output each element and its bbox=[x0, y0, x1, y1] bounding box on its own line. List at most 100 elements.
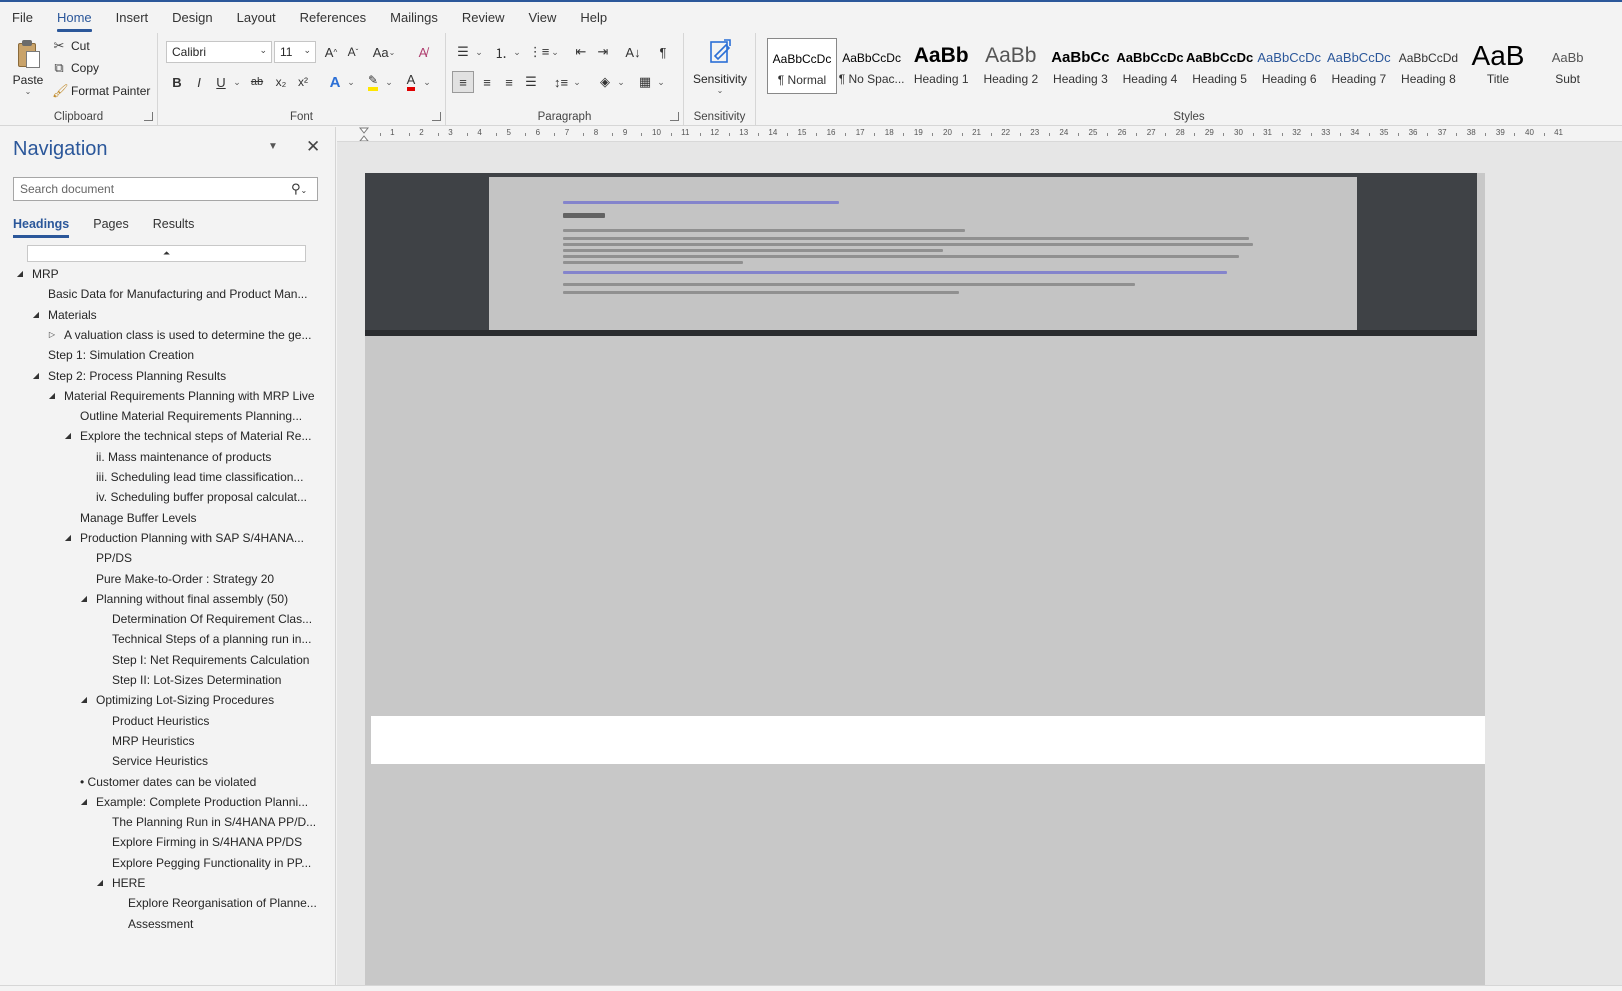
style-heading-5[interactable]: AaBbCcDc Heading 5 bbox=[1185, 38, 1255, 94]
heading-item[interactable]: ◢ Explore the technical steps of Material… bbox=[0, 426, 320, 446]
menu-tab-design[interactable]: Design bbox=[160, 2, 224, 33]
heading-item[interactable]: ◢ Planning without final assembly (50) bbox=[0, 589, 320, 609]
menu-tab-file[interactable]: File bbox=[0, 2, 45, 33]
style-heading-6[interactable]: AaBbCcDc Heading 6 bbox=[1254, 38, 1324, 94]
heading-item[interactable]: Assessment bbox=[0, 914, 320, 934]
underline-dropdown-icon[interactable]: ⌄ bbox=[232, 71, 242, 93]
heading-item[interactable]: ◢ HERE bbox=[0, 873, 320, 893]
decrease-indent-button[interactable]: ⇤ bbox=[570, 41, 592, 63]
heading-item[interactable]: Service Heuristics bbox=[0, 751, 320, 771]
heading-item[interactable]: ◢ Material Requirements Planning with MRP… bbox=[0, 386, 320, 406]
heading-item[interactable]: ii. Mass maintenance of products bbox=[0, 447, 320, 467]
highlight-dropdown-icon[interactable]: ⌄ bbox=[384, 71, 394, 93]
copy-button[interactable]: ⧉ Copy bbox=[52, 57, 99, 79]
indent-marker-icon[interactable] bbox=[358, 127, 370, 141]
shading-dropdown-icon[interactable]: ⌄ bbox=[616, 71, 626, 93]
expanded-triangle-icon[interactable]: ◢ bbox=[94, 873, 106, 893]
menu-tab-insert[interactable]: Insert bbox=[104, 2, 161, 33]
collapsed-triangle-icon[interactable]: ▷ bbox=[46, 325, 58, 345]
style-heading-3[interactable]: AaBbCc Heading 3 bbox=[1045, 38, 1115, 94]
highlight-button[interactable]: ✎ bbox=[362, 71, 384, 93]
align-right-button[interactable]: ≡ bbox=[498, 71, 520, 93]
heading-item[interactable]: • Customer dates can be violated bbox=[0, 772, 320, 792]
shrink-font-button[interactable]: Aˇ bbox=[342, 41, 364, 63]
bullets-button[interactable]: ☰ bbox=[452, 41, 474, 63]
text-effects-dropdown-icon[interactable]: ⌄ bbox=[346, 71, 356, 93]
align-center-button[interactable]: ≡ bbox=[476, 71, 498, 93]
heading-item[interactable]: iii. Scheduling lead time classification… bbox=[0, 467, 320, 487]
close-icon[interactable]: ✕ bbox=[306, 137, 320, 157]
show-formatting-button[interactable]: ¶ bbox=[652, 41, 674, 63]
borders-dropdown-icon[interactable]: ⌄ bbox=[656, 71, 666, 93]
search-icon[interactable]: ⚲⌄ bbox=[291, 181, 307, 197]
italic-button[interactable]: I bbox=[188, 71, 210, 93]
heading-item[interactable]: ◢ MRP bbox=[0, 264, 320, 284]
heading-item[interactable]: ◢ Optimizing Lot-Sizing Procedures bbox=[0, 690, 320, 710]
style-heading-8[interactable]: AaBbCcDd Heading 8 bbox=[1393, 38, 1463, 94]
heading-item[interactable]: ▷ A valuation class is used to determine … bbox=[0, 325, 320, 345]
font-launcher-icon[interactable] bbox=[432, 112, 441, 121]
heading-item[interactable]: ◢ Materials bbox=[0, 305, 320, 325]
heading-item[interactable]: Explore Firming in S/4HANA PP/DS bbox=[0, 832, 320, 852]
menu-tab-mailings[interactable]: Mailings bbox=[378, 2, 450, 33]
borders-button[interactable]: ▦ bbox=[634, 71, 656, 93]
expanded-triangle-icon[interactable]: ◢ bbox=[30, 305, 42, 325]
heading-item[interactable]: Step 1: Simulation Creation bbox=[0, 345, 320, 365]
clear-formatting-button[interactable]: A̸ bbox=[412, 41, 434, 63]
heading-item[interactable]: PP/DS bbox=[0, 548, 320, 568]
heading-item[interactable]: Pure Make-to-Order : Strategy 20 bbox=[0, 569, 320, 589]
menu-tab-view[interactable]: View bbox=[516, 2, 568, 33]
cut-button[interactable]: ✂ Cut bbox=[52, 35, 90, 57]
tab-headings[interactable]: Headings bbox=[13, 217, 70, 238]
style-heading-2[interactable]: AaBb Heading 2 bbox=[976, 38, 1046, 94]
style-normal[interactable]: AaBbCcDc ¶ Normal bbox=[767, 38, 837, 94]
expanded-triangle-icon[interactable]: ◢ bbox=[78, 690, 90, 710]
collapse-all-icon[interactable]: ⏶ bbox=[27, 245, 306, 262]
heading-item[interactable]: Determination Of Requirement Clas... bbox=[0, 609, 320, 629]
heading-item[interactable]: ◢ Step 2: Process Planning Results bbox=[0, 366, 320, 386]
expanded-triangle-icon[interactable]: ◢ bbox=[78, 792, 90, 812]
style-heading-7[interactable]: AaBbCcDc Heading 7 bbox=[1324, 38, 1394, 94]
shading-button[interactable]: ◈ bbox=[594, 71, 616, 93]
heading-item[interactable]: The Planning Run in S/4HANA PP/D... bbox=[0, 812, 320, 832]
numbering-button[interactable]: ⒈ bbox=[490, 41, 512, 63]
heading-item[interactable]: Basic Data for Manufacturing and Product… bbox=[0, 284, 320, 304]
font-name-select[interactable]: Calibri ⌄ bbox=[166, 41, 272, 63]
multilevel-list-button[interactable]: ⋮≡ bbox=[528, 41, 550, 63]
bullets-dropdown-icon[interactable]: ⌄ bbox=[474, 41, 484, 63]
heading-item[interactable]: Step I: Net Requirements Calculation bbox=[0, 650, 320, 670]
tab-pages[interactable]: Pages bbox=[93, 217, 128, 236]
increase-indent-button[interactable]: ⇥ bbox=[592, 41, 614, 63]
pane-options-chevron-icon[interactable]: ▼ bbox=[268, 141, 278, 152]
sensitivity-button[interactable]: Sensitivity ⌄ bbox=[688, 35, 752, 101]
expanded-triangle-icon[interactable]: ◢ bbox=[62, 426, 74, 446]
heading-item[interactable]: Explore Pegging Functionality in PP... bbox=[0, 853, 320, 873]
superscript-button[interactable]: x² bbox=[292, 71, 314, 93]
menu-tab-help[interactable]: Help bbox=[568, 2, 619, 33]
heading-item[interactable]: ◢ Production Planning with SAP S/4HANA... bbox=[0, 528, 320, 548]
search-document-input[interactable] bbox=[14, 178, 284, 200]
paste-button[interactable]: Paste ⌄ bbox=[8, 37, 48, 103]
expanded-triangle-icon[interactable]: ◢ bbox=[14, 264, 26, 284]
font-size-select[interactable]: 11 ⌄ bbox=[274, 41, 316, 63]
heading-item[interactable]: Step II: Lot-Sizes Determination bbox=[0, 670, 320, 690]
underline-button[interactable]: U bbox=[210, 71, 232, 93]
justify-button[interactable]: ☰ bbox=[520, 71, 542, 93]
style-subt[interactable]: AaBb Subt bbox=[1533, 38, 1603, 94]
tab-results[interactable]: Results bbox=[153, 217, 195, 236]
strikethrough-button[interactable]: ab bbox=[246, 71, 268, 93]
heading-item[interactable]: Manage Buffer Levels bbox=[0, 508, 320, 528]
expanded-triangle-icon[interactable]: ◢ bbox=[78, 589, 90, 609]
menu-tab-references[interactable]: References bbox=[288, 2, 378, 33]
format-painter-button[interactable]: 🖌 Format Painter bbox=[52, 80, 150, 102]
text-effects-button[interactable]: A bbox=[324, 71, 346, 93]
multilevel-dropdown-icon[interactable]: ⌄ bbox=[550, 41, 560, 63]
heading-item[interactable]: MRP Heuristics bbox=[0, 731, 320, 751]
paste-dropdown-icon[interactable]: ⌄ bbox=[8, 87, 48, 96]
style-heading-4[interactable]: AaBbCcDc Heading 4 bbox=[1115, 38, 1185, 94]
menu-tab-layout[interactable]: Layout bbox=[225, 2, 288, 33]
heading-item[interactable]: Product Heuristics bbox=[0, 711, 320, 731]
align-left-button[interactable]: ≡ bbox=[452, 71, 474, 93]
style-title[interactable]: AaB Title bbox=[1463, 38, 1533, 94]
menu-tab-home[interactable]: Home bbox=[45, 2, 104, 33]
